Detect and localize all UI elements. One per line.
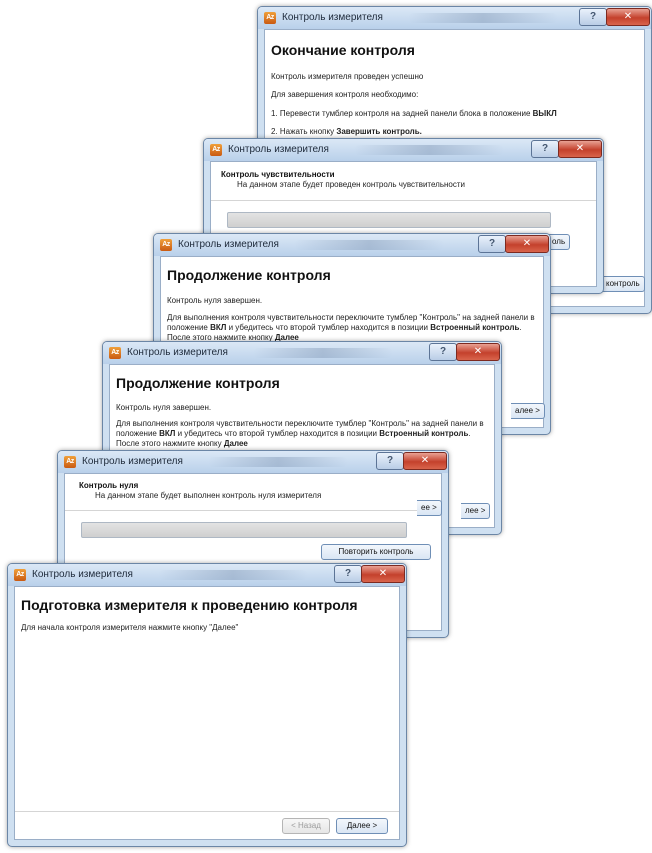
step-2: 2. Нажать кнопку Завершить контроль. (271, 127, 422, 137)
step-1-text: 1. Перевести тумблер контроля на задней … (271, 109, 533, 118)
sensitivity-progress-bar (227, 212, 551, 228)
next-button[interactable]: Далее > (336, 818, 388, 834)
title-bar[interactable]: Az Контроль измерителя ? ✕ (8, 564, 406, 586)
help-button[interactable]: ? (531, 140, 559, 158)
para-text-b: и убедитесь что второй тумблер находится… (226, 323, 431, 332)
repeat-control-button[interactable]: оль (548, 234, 571, 250)
window-title: Контроль измерителя (282, 12, 383, 23)
page-heading: Контроль чувствительности (221, 170, 335, 179)
help-button[interactable]: ? (478, 235, 506, 253)
para-bold-builtin: Встроенный контроль (430, 323, 520, 332)
app-icon: Az (14, 569, 26, 581)
app-icon: Az (64, 456, 76, 468)
window-title: Контроль измерителя (32, 569, 133, 580)
status-text: Контроль измерителя проведен успешно (271, 72, 424, 81)
instruction-paragraph: Для выполнения контроля чувствительности… (167, 313, 541, 343)
close-button[interactable]: ✕ (505, 235, 549, 253)
close-button[interactable]: ✕ (606, 8, 650, 26)
para-text-b: и убедитесь что второй тумблер находится… (175, 429, 380, 438)
para-bold-vkl: ВКЛ (159, 429, 176, 438)
page-heading: Контроль нуля (79, 481, 139, 490)
para-bold-builtin: Встроенный контроль (379, 429, 469, 438)
close-button[interactable]: ✕ (361, 565, 405, 583)
status-text: Контроль нуля завершен. (167, 296, 263, 305)
help-button[interactable]: ? (579, 8, 607, 26)
para-bold-vkl: ВКЛ (210, 323, 227, 332)
window-title: Контроль измерителя (228, 144, 329, 155)
title-bar[interactable]: Az Контроль измерителя ? ✕ (204, 139, 603, 161)
close-button[interactable]: ✕ (403, 452, 447, 470)
step-2-bold: Завершить контроль. (336, 127, 422, 136)
page-subtitle: На данном этапе будет выполнен контроль … (95, 491, 322, 500)
app-icon: Az (264, 12, 276, 24)
zero-progress-bar (81, 522, 407, 538)
help-button[interactable]: ? (376, 452, 404, 470)
instruction-text: Для начала контроля измерителя нажмите к… (21, 623, 239, 632)
title-blur (408, 13, 558, 23)
window-title: Контроль измерителя (178, 239, 279, 250)
finish-control-button[interactable]: контроль (602, 276, 645, 292)
app-icon: Az (109, 347, 121, 359)
window-prepare: Az Контроль измерителя ? ✕ Подготовка из… (7, 563, 407, 847)
title-bar[interactable]: Az Контроль измерителя ? ✕ (103, 342, 501, 364)
page-heading: Окончание контроля (271, 42, 415, 58)
para-bold-next: Далее (223, 439, 248, 448)
instruction-paragraph: Для выполнения контроля чувствительности… (116, 419, 492, 449)
help-button[interactable]: ? (334, 565, 362, 583)
title-blur (354, 145, 504, 155)
window-title: Контроль измерителя (127, 347, 228, 358)
title-blur (208, 457, 348, 467)
page-subtitle: На данном этапе будет проведен контроль … (237, 180, 466, 189)
repeat-control-button[interactable]: Повторить контроль (321, 544, 431, 560)
next-button[interactable]: ee > (417, 500, 442, 516)
close-button[interactable]: ✕ (456, 343, 500, 361)
window-title: Контроль измерителя (82, 456, 183, 467)
title-blur (294, 240, 444, 250)
step-1-bold: ВЫКЛ (532, 109, 557, 118)
title-blur (253, 348, 393, 358)
help-button[interactable]: ? (429, 343, 457, 361)
back-button[interactable]: < Назад (282, 818, 330, 834)
title-bar[interactable]: Az Контроль измерителя ? ✕ (258, 7, 651, 29)
app-icon: Az (160, 239, 172, 251)
title-blur (158, 570, 308, 580)
next-button[interactable]: лее > (461, 503, 491, 519)
status-text: Контроль нуля завершен. (116, 403, 212, 412)
close-button[interactable]: ✕ (558, 140, 602, 158)
window-client: Подготовка измерителя к проведению контр… (14, 586, 400, 840)
page-heading: Подготовка измерителя к проведению контр… (21, 597, 358, 613)
footer-divider (15, 811, 399, 812)
app-icon: Az (210, 144, 222, 156)
step-2-text: 2. Нажать кнопку (271, 127, 337, 136)
page-heading: Продолжение контроля (116, 375, 280, 391)
instruction-text: Для завершения контроля необходимо: (271, 90, 419, 99)
header-band: Контроль чувствительности На данном этап… (211, 162, 596, 201)
step-1: 1. Перевести тумблер контроля на задней … (271, 109, 557, 119)
page-heading: Продолжение контроля (167, 267, 331, 283)
header-band: Контроль нуля На данном этапе будет выпо… (65, 474, 441, 511)
title-bar[interactable]: Az Контроль измерителя ? ✕ (154, 234, 550, 256)
title-bar[interactable]: Az Контроль измерителя ? ✕ (58, 451, 448, 473)
next-button[interactable]: алее > (511, 403, 545, 419)
